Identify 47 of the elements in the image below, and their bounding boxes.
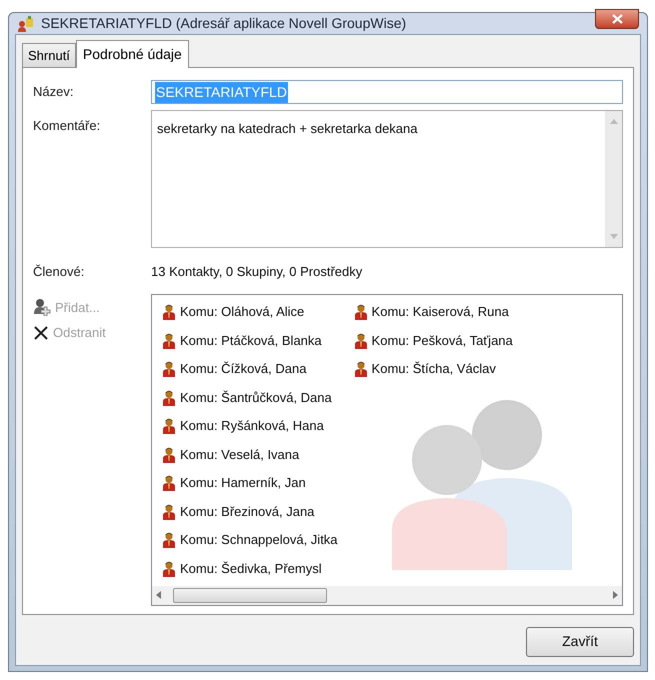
person-icon (162, 532, 176, 548)
person-icon (162, 361, 176, 377)
field-label: Název: (33, 83, 74, 102)
member-item[interactable]: Komu: Ptáčková, Blanka (162, 329, 338, 352)
field-label: Členové: (33, 263, 86, 281)
tab[interactable]: Shrnutí (22, 43, 76, 67)
person-icon (162, 446, 176, 462)
person-icon (162, 390, 176, 406)
selected-text: SEKRETARIATYFLD (155, 82, 288, 102)
close-icon (612, 14, 622, 24)
member-item[interactable]: Komu: Schnappelová, Jitka (162, 528, 338, 552)
member-item[interactable]: Komu: Šedivka, Přemysl (162, 557, 338, 580)
members-summary: 13 Kontakty, 0 Skupiny, 0 Prostředky (151, 263, 362, 281)
member-item[interactable]: Komu: Hamerník, Jan (162, 472, 338, 494)
close-button[interactable] (595, 8, 639, 28)
person-icon (162, 504, 176, 520)
person-icon (162, 560, 176, 576)
person-icon (354, 361, 368, 377)
person-icon (162, 418, 176, 434)
person-icon (354, 332, 368, 348)
person-icon (354, 304, 368, 320)
left-arrow-icon (156, 591, 161, 599)
person-icon (162, 332, 176, 348)
member-item[interactable]: Komu: Oláhová, Alice (162, 300, 338, 324)
down-arrow-icon (610, 234, 618, 239)
close-icon (33, 324, 49, 341)
tab[interactable]: Podrobné údaje (76, 40, 189, 68)
up-arrow-icon (610, 119, 618, 124)
right-arrow-icon (613, 591, 618, 599)
comment-text: sekretarky na katedrach + sekretarka dekana (156, 120, 419, 138)
person-icon (162, 475, 176, 491)
window-title: SEKRETARIATYFLD (Adresář aplikace Novell GroupWise) (41, 14, 408, 33)
person-add-icon (33, 298, 51, 316)
comments-field[interactable]: sekretarky na katedrach + sekretarka dekana (151, 110, 623, 248)
member-item[interactable]: Komu: Šantrůčková, Dana (162, 386, 338, 409)
member-item[interactable]: Komu: Kaiserová, Runa (354, 300, 513, 324)
scrollbar-thumb[interactable] (173, 588, 327, 602)
close-dialog-button[interactable]: Zavřít (526, 626, 634, 656)
member-item[interactable]: Komu: Pešková, Taťjana (354, 329, 513, 352)
person-icon (162, 304, 176, 320)
app-icon (17, 16, 35, 32)
member-item[interactable]: Komu: Březinová, Jana (162, 500, 338, 523)
member-item[interactable]: Komu: Ryšánková, Hana (162, 414, 338, 438)
field-label: Komentáře: (33, 117, 102, 135)
member-item[interactable]: Komu: Veselá, Ivana (162, 443, 338, 466)
member-item[interactable]: Komu: Štícha, Václav (354, 358, 513, 380)
member-item[interactable]: Komu: Čížková, Dana (162, 358, 338, 380)
